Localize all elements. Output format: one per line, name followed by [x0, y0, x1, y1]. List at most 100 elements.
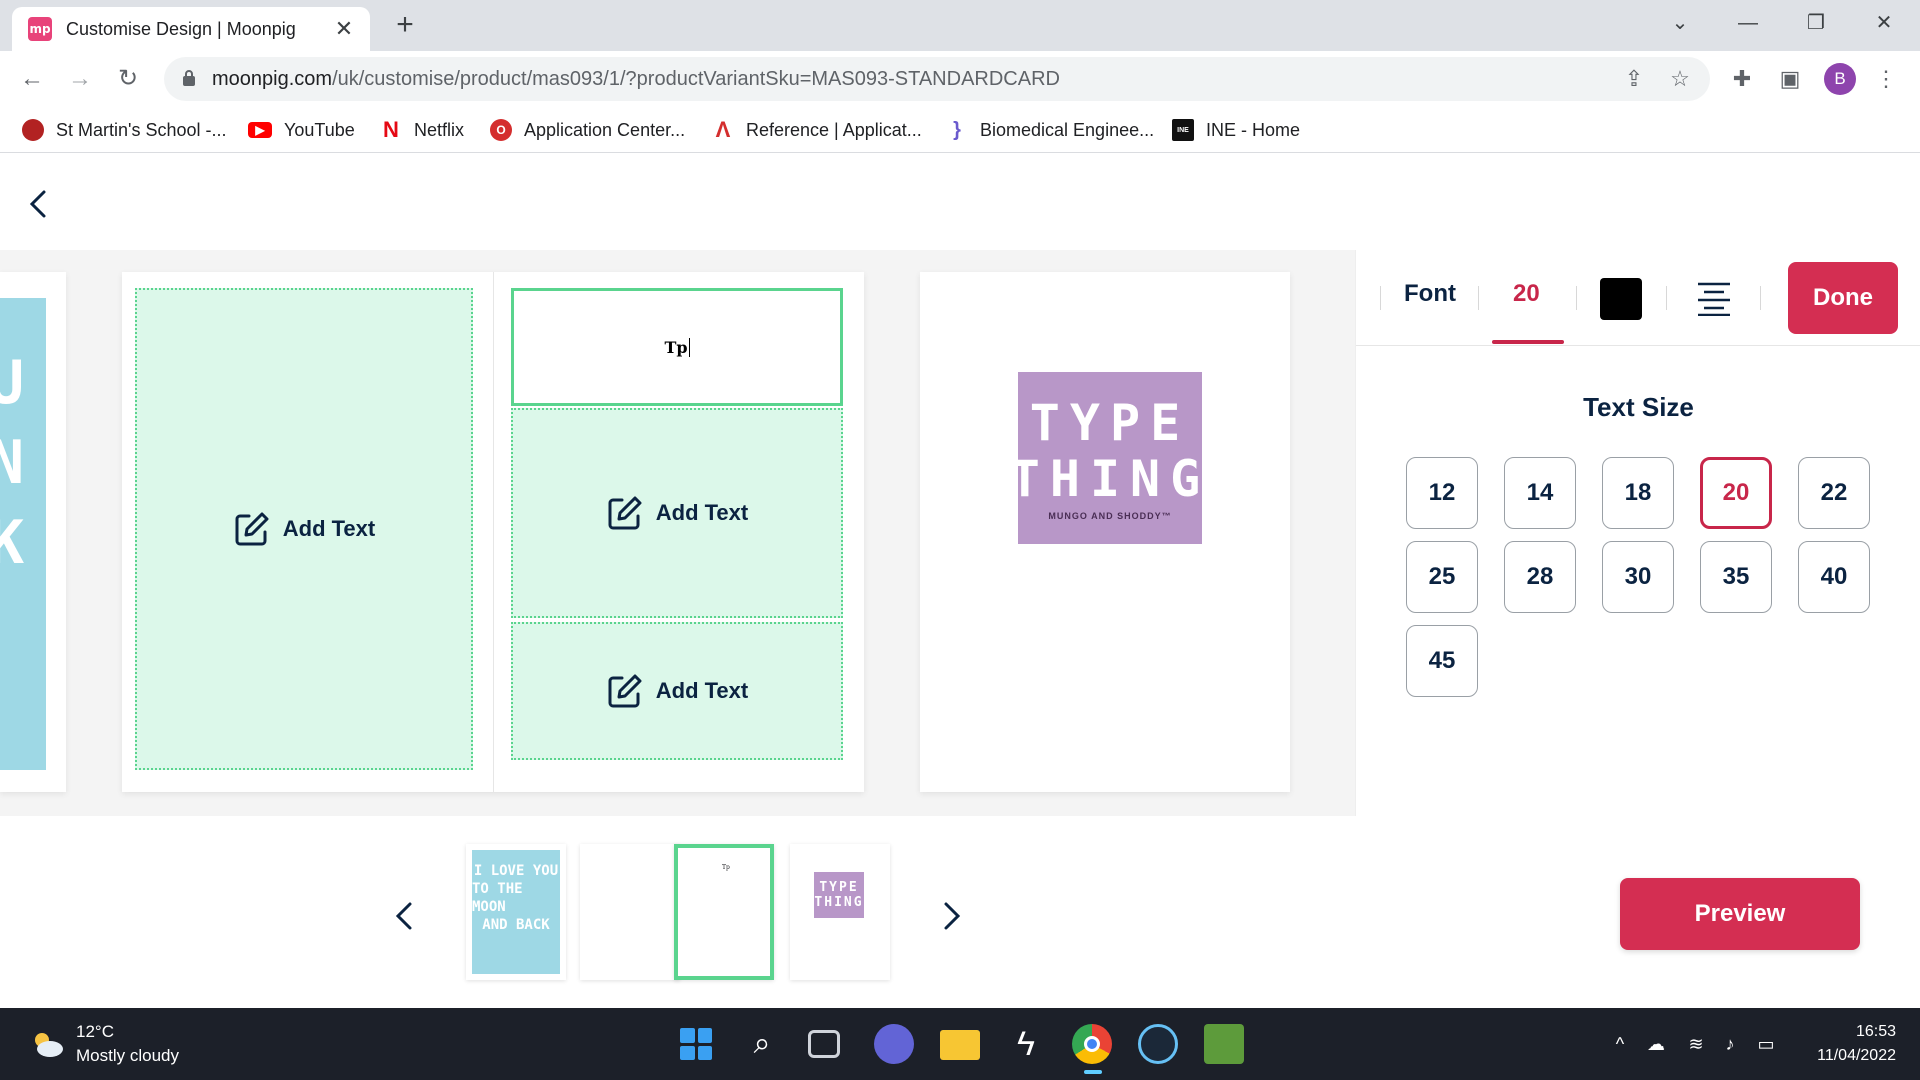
more-menu-icon[interactable]: ⋮ [1870, 63, 1902, 95]
onedrive-cloud-icon[interactable]: ☁ [1644, 1034, 1668, 1055]
application-center-icon: O [490, 119, 512, 141]
bookmark-item[interactable]: INE INE - Home [1172, 117, 1300, 143]
thumbnail-text: THING [814, 895, 864, 910]
minimize-icon[interactable]: — [1728, 8, 1768, 38]
page-thumbnail-front[interactable]: I LOVE YOU TO THE MOON AND BACK [466, 844, 566, 980]
back-icon[interactable]: ← [16, 63, 48, 95]
bookmark-item[interactable]: St Martin's School -... [22, 117, 227, 143]
share-icon[interactable]: ⇪ [1620, 65, 1648, 93]
extensions-puzzle-icon[interactable]: ✚ [1726, 63, 1758, 95]
bookmark-label: Application Center... [524, 119, 686, 140]
windows-taskbar: 12°C Mostly cloudy ⌕ ϟ ^ ☁ ≋ ♪ ▭ 16:53 1… [0, 1008, 1920, 1080]
address-bar[interactable]: moonpig.com/uk/customise/product/mas093/… [164, 57, 1710, 101]
typed-text[interactable]: Tp [664, 337, 690, 357]
size-option-28[interactable]: 28 [1504, 541, 1576, 613]
weather-temperature[interactable]: 12°C [76, 1022, 114, 1042]
thumbnail-text: AND BACK [482, 917, 550, 933]
done-button[interactable]: Done [1788, 262, 1898, 334]
add-text-prompt[interactable]: Add Text [233, 510, 375, 548]
restore-icon[interactable]: ❐ [1796, 8, 1836, 38]
cover-letter: K [0, 508, 25, 578]
logo-text: THING [1009, 450, 1211, 508]
next-page-chevron-icon[interactable] [936, 896, 966, 936]
bookmark-label: Netflix [414, 119, 465, 140]
brand-logo: TYPE THING MUNGO AND SHODDY™ [1010, 372, 1202, 544]
new-tab-icon[interactable]: + [390, 10, 420, 40]
bookmark-item[interactable]: O Application Center... [490, 117, 685, 143]
file-explorer-icon[interactable] [940, 1030, 980, 1060]
logo-subtext: MUNGO AND SHODDY™ [1048, 511, 1172, 521]
lightning-app-icon[interactable]: ϟ [1006, 1024, 1046, 1064]
tab-search-icon[interactable]: ⌄ [1660, 8, 1700, 38]
card-canvas-area: U N K Add Text Tp Add Text Add Text TYPE… [0, 250, 1355, 816]
size-option-14[interactable]: 14 [1504, 457, 1576, 529]
weather-description[interactable]: Mostly cloudy [76, 1046, 179, 1066]
size-option-35[interactable]: 35 [1700, 541, 1772, 613]
logo-text: TYPE [1029, 394, 1191, 452]
spread-fold [493, 272, 494, 792]
align-center-icon[interactable] [1696, 280, 1732, 316]
add-text-prompt[interactable]: Add Text [606, 672, 748, 710]
size-option-45[interactable]: 45 [1406, 625, 1478, 697]
page-thumbnail-inside-right-active[interactable]: Tp [674, 844, 774, 980]
size-option-40[interactable]: 40 [1798, 541, 1870, 613]
thumbnail-text: TYPE [819, 880, 859, 895]
add-text-label: Add Text [655, 500, 749, 525]
profile-avatar[interactable]: B [1824, 63, 1856, 95]
reload-icon[interactable]: ↻ [112, 63, 144, 95]
add-text-label: Add Text [655, 678, 749, 703]
wifi-icon[interactable]: ≋ [1684, 1034, 1708, 1055]
close-window-icon[interactable]: ✕ [1864, 8, 1904, 38]
show-hidden-icons-icon[interactable]: ^ [1608, 1034, 1632, 1055]
text-zone-left[interactable]: Add Text [135, 288, 473, 770]
battery-icon[interactable]: ▭ [1754, 1034, 1778, 1055]
text-zone-middle[interactable]: Add Text [511, 408, 843, 618]
page-thumbnail-inside-left[interactable] [580, 844, 680, 980]
volume-icon[interactable]: ♪ [1718, 1034, 1742, 1055]
chat-icon[interactable] [874, 1024, 914, 1064]
cloudy-weather-icon[interactable] [30, 1030, 64, 1058]
text-color-swatch[interactable] [1600, 278, 1642, 320]
page-thumbnail-back[interactable]: TYPE THING [790, 844, 890, 980]
previous-page-chevron-icon[interactable] [390, 896, 420, 936]
card-front-page[interactable]: U N K [0, 272, 66, 792]
bookmark-item[interactable]: } Biomedical Enginee... [946, 117, 1154, 143]
size-option-12[interactable]: 12 [1406, 457, 1478, 529]
clock-date: 11/04/2022 [1817, 1047, 1896, 1064]
size-option-18[interactable]: 18 [1602, 457, 1674, 529]
bookmarks-bar: St Martin's School -... ▶ YouTube N Netf… [0, 107, 1920, 153]
back-chevron-icon[interactable] [24, 184, 54, 224]
search-icon[interactable]: ⌕ [742, 1024, 782, 1064]
size-option-30[interactable]: 30 [1602, 541, 1674, 613]
bookmark-item[interactable]: N Netflix [380, 117, 464, 143]
task-view-icon[interactable] [808, 1030, 840, 1058]
system-clock[interactable]: 16:53 11/04/2022 [1817, 1020, 1896, 1068]
chrome-icon[interactable] [1072, 1024, 1112, 1064]
steam-icon[interactable] [1138, 1024, 1178, 1064]
side-panel-icon[interactable]: ▣ [1774, 63, 1806, 95]
size-option-20[interactable]: 20 [1700, 457, 1772, 529]
bookmark-star-icon[interactable]: ☆ [1666, 65, 1694, 93]
bookmark-item[interactable]: ▶ YouTube [248, 117, 355, 143]
size-tab[interactable]: 20 [1513, 280, 1540, 308]
font-tab[interactable]: Font [1404, 280, 1456, 308]
size-option-22[interactable]: 22 [1798, 457, 1870, 529]
text-size-heading: Text Size [1583, 392, 1694, 422]
tab-close-icon[interactable]: ✕ [332, 16, 356, 42]
size-option-25[interactable]: 25 [1406, 541, 1478, 613]
active-tab-indicator [1492, 340, 1564, 344]
browser-tab[interactable]: mp Customise Design | Moonpig ✕ [12, 7, 370, 51]
text-zone-top-active[interactable]: Tp [511, 288, 843, 406]
bookmark-item[interactable]: Λ Reference | Applicat... [712, 117, 922, 143]
cover-letter: U [0, 348, 25, 418]
preview-button[interactable]: Preview [1620, 878, 1860, 950]
forward-icon[interactable]: → [64, 63, 96, 95]
card-back-page[interactable]: TYPE THING MUNGO AND SHODDY™ [920, 272, 1290, 792]
bookmark-label: YouTube [284, 119, 355, 140]
minecraft-icon[interactable] [1204, 1024, 1244, 1064]
text-zone-bottom[interactable]: Add Text [511, 622, 843, 760]
add-text-label: Add Text [282, 516, 376, 541]
bookmark-label: Reference | Applicat... [746, 119, 922, 140]
windows-start-icon[interactable] [676, 1024, 716, 1064]
add-text-prompt[interactable]: Add Text [606, 494, 748, 532]
